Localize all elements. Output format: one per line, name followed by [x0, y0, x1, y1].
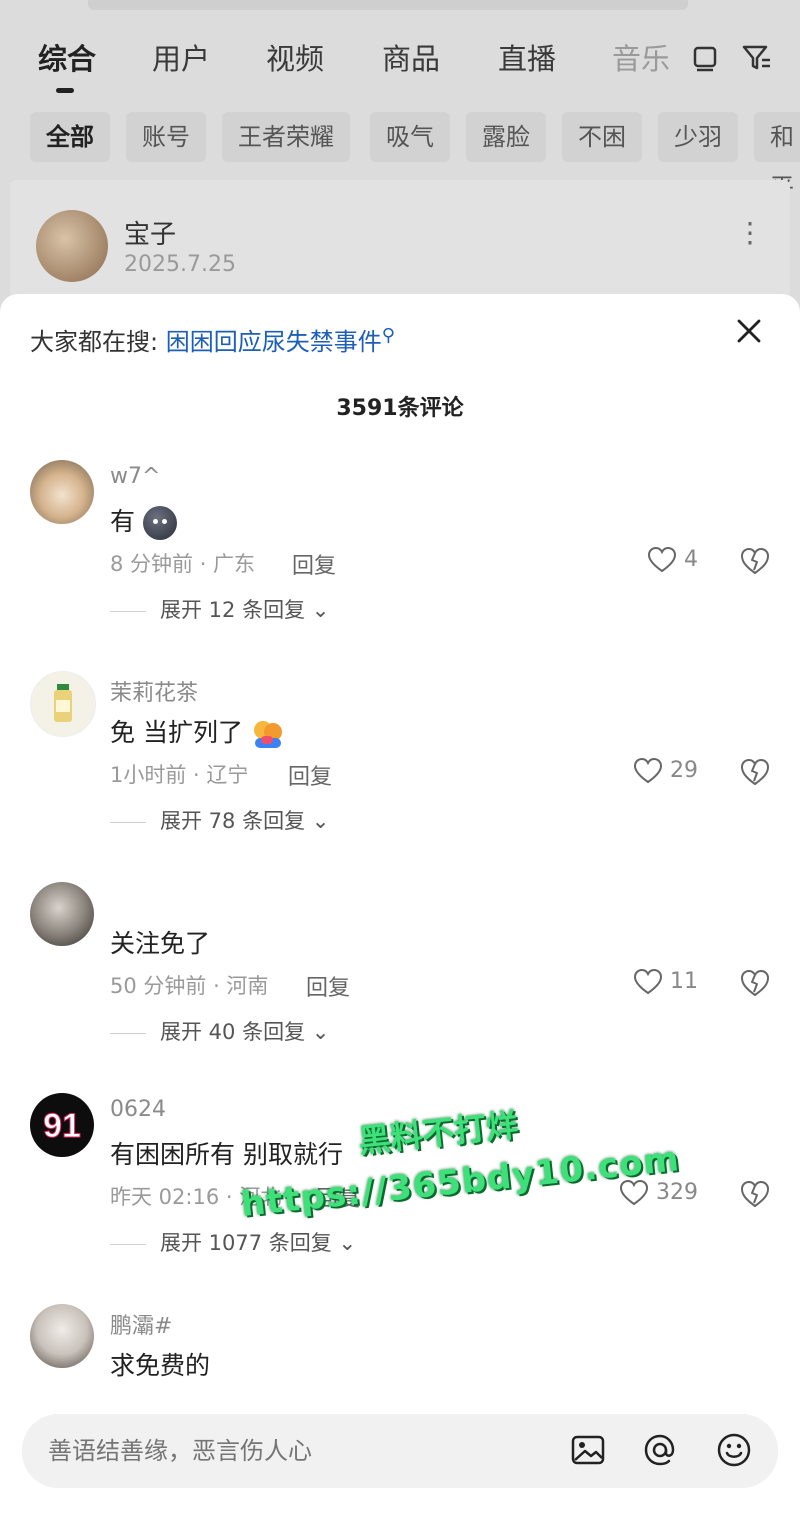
- comment-text: 求免费的: [110, 1351, 211, 1380]
- like-button[interactable]: 4: [647, 546, 698, 576]
- search-bar-edge: [88, 0, 688, 10]
- dislike-icon[interactable]: [740, 968, 770, 998]
- tab-videos[interactable]: 视频: [266, 36, 324, 78]
- trending-search[interactable]: 大家都在搜: 困困回应尿失禁事件⚲: [30, 322, 395, 357]
- reply-button[interactable]: 回复: [292, 548, 336, 580]
- chip-inhale[interactable]: 吸气: [370, 112, 450, 162]
- heart-icon: [647, 546, 677, 573]
- like-count: 329: [656, 1180, 698, 1205]
- comment-text: 有困困所有 别取就行: [110, 1140, 343, 1169]
- chevron-down-icon: ⌄: [338, 1231, 357, 1255]
- search-icon: ⚲: [381, 325, 395, 346]
- heart-icon: [633, 968, 663, 995]
- expand-replies[interactable]: 展开 40 条回复 ⌄: [110, 1016, 329, 1046]
- tab-music[interactable]: 音乐: [612, 36, 670, 78]
- at-icon[interactable]: [642, 1432, 678, 1468]
- heart-icon: [633, 757, 663, 784]
- chevron-down-icon: ⌄: [311, 598, 330, 622]
- layout-icon[interactable]: [688, 40, 722, 74]
- comment-text: 有: [110, 502, 177, 540]
- search-results-background: 综合 用户 视频 商品 直播 音乐 全部 账号 王者荣耀 吸气 露脸 不困 少羽…: [0, 0, 800, 320]
- chevron-down-icon: ⌄: [311, 809, 330, 833]
- comment-username[interactable]: 茉莉花茶: [110, 675, 198, 707]
- avatar[interactable]: [30, 671, 96, 737]
- avatar[interactable]: [30, 1304, 94, 1368]
- like-count: 29: [670, 758, 698, 783]
- avatar[interactable]: [30, 882, 94, 946]
- comment-item: w7^ 有 8 分钟前 · 广东 回复 4 展开 12 条回复 ⌄: [0, 460, 800, 671]
- dislike-icon[interactable]: [740, 546, 770, 576]
- comment-item: 关注免了 50 分钟前 · 河南 回复 11 展开 40 条回复 ⌄: [0, 882, 800, 1093]
- tab-comprehensive[interactable]: 综合: [38, 36, 96, 78]
- dislike-icon[interactable]: [740, 757, 770, 787]
- image-icon[interactable]: [570, 1432, 606, 1468]
- post-author[interactable]: 宝子: [124, 214, 176, 251]
- comment-meta: 50 分钟前 · 河南: [110, 974, 269, 998]
- avatar[interactable]: 91: [30, 1093, 94, 1157]
- chip-show-face[interactable]: 露脸: [466, 112, 546, 162]
- like-count: 11: [670, 969, 698, 994]
- trending-prefix: 大家都在搜:: [30, 328, 159, 356]
- chevron-down-icon: ⌄: [311, 1020, 330, 1044]
- filter-chips: 全部 账号 王者荣耀 吸气 露脸 不困 少羽 和平: [0, 112, 800, 201]
- chip-shaoyu[interactable]: 少羽: [658, 112, 738, 162]
- like-button[interactable]: 29: [633, 757, 698, 787]
- comment-username[interactable]: 0624: [110, 1097, 166, 1122]
- expand-replies[interactable]: 展开 12 条回复 ⌄: [110, 594, 329, 624]
- chip-all[interactable]: 全部: [30, 112, 110, 162]
- emoji-icon[interactable]: [716, 1432, 752, 1468]
- comment-item: 茉莉花茶 免 当扩列了 1小时前 · 辽宁 回复 29 展开 78 条回复 ⌄: [0, 671, 800, 882]
- post-date: 2025.7.25: [124, 252, 236, 277]
- comment-meta: 1小时前 · 辽宁: [110, 763, 249, 787]
- comment-input-bar: [22, 1414, 778, 1488]
- chip-not-sleepy[interactable]: 不困: [562, 112, 642, 162]
- reply-button[interactable]: 回复: [306, 970, 350, 1002]
- like-button[interactable]: 11: [633, 968, 698, 998]
- trending-query[interactable]: 困困回应尿失禁事件: [166, 328, 382, 356]
- comment-username[interactable]: w7^: [110, 464, 160, 489]
- chip-honor-of-kings[interactable]: 王者荣耀: [222, 112, 350, 162]
- expand-replies[interactable]: 展开 1077 条回复 ⌄: [110, 1227, 356, 1257]
- comment-sheet: 大家都在搜: 困困回应尿失禁事件⚲ 3591条评论 w7^ 有 8 分钟前 · …: [0, 294, 800, 1530]
- chip-account[interactable]: 账号: [126, 112, 206, 162]
- avatar[interactable]: [36, 210, 108, 282]
- tab-products[interactable]: 商品: [382, 36, 440, 78]
- reply-button[interactable]: 回复: [288, 759, 332, 791]
- filter-icon[interactable]: [740, 40, 774, 74]
- like-count: 4: [684, 547, 698, 572]
- tab-live[interactable]: 直播: [498, 36, 556, 78]
- active-tab-indicator: [56, 88, 74, 93]
- comment-username[interactable]: 鹏灞#: [110, 1308, 172, 1340]
- svg-text:91: 91: [43, 1107, 81, 1145]
- emoji-face-icon: [142, 506, 177, 540]
- dislike-icon[interactable]: [740, 1179, 770, 1209]
- close-icon[interactable]: [734, 316, 764, 346]
- chip-peace[interactable]: 和平: [754, 112, 800, 201]
- hug-emoji-icon: [253, 721, 282, 748]
- expand-replies[interactable]: 展开 78 条回复 ⌄: [110, 805, 329, 835]
- search-tabs: 综合 用户 视频 商品 直播 音乐: [0, 36, 800, 96]
- more-icon[interactable]: ⋮: [736, 216, 764, 249]
- comment-input[interactable]: [46, 1436, 530, 1466]
- avatar[interactable]: [30, 460, 94, 524]
- comment-meta: 8 分钟前 · 广东: [110, 552, 256, 576]
- comment-text: 免 当扩列了: [110, 713, 285, 750]
- scroll-fade: [0, 1380, 800, 1414]
- tab-users[interactable]: 用户: [152, 36, 210, 78]
- comment-count: 3591条评论: [336, 396, 464, 421]
- comment-text: 关注免了: [110, 929, 211, 958]
